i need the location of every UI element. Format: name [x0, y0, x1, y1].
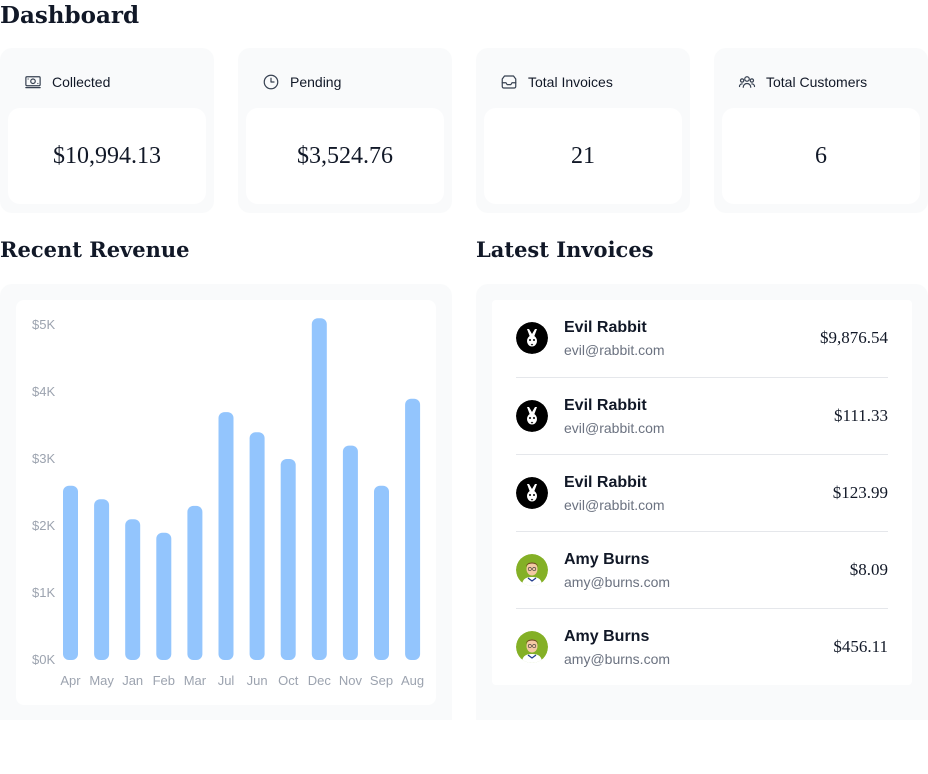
revenue-bar: [63, 485, 78, 660]
card-body: 6: [722, 108, 920, 204]
rabbit-avatar-icon: [516, 477, 548, 509]
person-avatar-icon: [516, 554, 548, 586]
revenue-bar: [218, 412, 234, 660]
customer-name: Amy Burns: [564, 551, 650, 568]
invoice-row: Amy Burns amy@burns.com $8.09: [516, 531, 888, 608]
invoice-amount: $123.99: [832, 483, 888, 502]
card-value: 21: [571, 142, 595, 169]
banknotes-icon: [24, 73, 42, 91]
card-pending: Pending $3,524.76: [238, 48, 452, 213]
card-body: $10,994.13: [8, 108, 206, 204]
x-tick-label: Dec: [308, 673, 332, 688]
y-tick-label: $3K: [32, 451, 55, 466]
x-tick-label: Mar: [184, 673, 207, 688]
revenue-bar: [156, 532, 172, 660]
card-value: $10,994.13: [53, 142, 161, 169]
avatar: [516, 400, 548, 432]
customer-email: evil@rabbit.com: [564, 497, 665, 513]
rabbit-avatar-icon: [516, 400, 548, 432]
invoices-list: Evil Rabbit evil@rabbit.com $9,876.54 Ev…: [492, 300, 912, 685]
x-tick-label: Oct: [278, 673, 299, 688]
customer-email: evil@rabbit.com: [564, 342, 665, 358]
revenue-bar: [249, 432, 265, 660]
x-tick-label: May: [89, 673, 114, 688]
revenue-bar: [405, 398, 421, 660]
customer-name: Amy Burns: [564, 628, 650, 645]
card-body: $3,524.76: [246, 108, 444, 204]
avatar: [516, 322, 548, 354]
card-header: Pending: [262, 73, 341, 91]
revenue-bar: [187, 505, 203, 660]
avatar: [516, 477, 548, 509]
card-body: 21: [484, 108, 682, 204]
x-tick-label: Apr: [60, 673, 81, 688]
y-tick-label: $1K: [32, 585, 55, 600]
revenue-chart-container: $0K $1K $2K $3K $4K $5K Apr May Jan Feb Mar Jul Jun O…: [16, 300, 436, 705]
card-label: Total Customers: [766, 74, 868, 90]
revenue-panel: $0K $1K $2K $3K $4K $5K Apr May Jan Feb Mar Jul Jun O…: [0, 284, 452, 720]
rabbit-avatar-icon: [516, 322, 548, 354]
customer-name: Evil Rabbit: [564, 397, 647, 414]
invoice-row: Amy Burns amy@burns.com $456.11: [516, 608, 888, 685]
customer-email: amy@burns.com: [564, 651, 671, 667]
card-collected: Collected $10,994.13: [0, 48, 214, 213]
card-label: Total Invoices: [528, 74, 613, 90]
page-title: Dashboard: [0, 2, 140, 29]
clock-icon: [262, 73, 280, 91]
customer-email: evil@rabbit.com: [564, 420, 665, 436]
latest-invoices-title: Latest Invoices: [476, 237, 654, 262]
y-tick-label: $4K: [32, 384, 55, 399]
invoice-amount: $8.09: [849, 560, 888, 579]
revenue-bar: [280, 459, 296, 660]
revenue-bar: [94, 499, 110, 660]
card-value: $3,524.76: [297, 142, 393, 169]
revenue-bar: [342, 445, 358, 660]
invoice-row: Evil Rabbit evil@rabbit.com $111.33: [516, 377, 888, 454]
customer-name: Evil Rabbit: [564, 319, 647, 336]
revenue-bar: [125, 519, 141, 660]
card-header: Total Customers: [738, 73, 867, 91]
x-tick-label: Sep: [370, 673, 393, 688]
x-tick-label: Jan: [122, 673, 143, 688]
card-total-invoices: Total Invoices 21: [476, 48, 690, 213]
y-tick-label: $2K: [32, 518, 55, 533]
avatar: [516, 554, 548, 586]
y-tick-label: $5K: [32, 317, 55, 332]
card-label: Collected: [52, 74, 111, 90]
card-header: Total Invoices: [500, 73, 613, 91]
customer-email: amy@burns.com: [564, 574, 671, 590]
card-total-customers: Total Customers 6: [714, 48, 928, 213]
x-tick-label: Jun: [247, 673, 268, 688]
person-avatar-icon: [516, 631, 548, 663]
x-tick-label: Nov: [339, 673, 363, 688]
recent-revenue-title: Recent Revenue: [0, 237, 190, 262]
revenue-bar: [374, 485, 389, 660]
invoice-row: Evil Rabbit evil@rabbit.com $9,876.54: [516, 300, 888, 377]
invoice-row: Evil Rabbit evil@rabbit.com $123.99: [516, 454, 888, 531]
card-header: Collected: [24, 73, 110, 91]
invoice-amount: $456.11: [833, 637, 888, 656]
x-tick-label: Aug: [401, 673, 424, 688]
card-value: 6: [815, 142, 827, 169]
revenue-bar: [311, 318, 327, 660]
inbox-icon: [500, 73, 518, 91]
revenue-chart: $0K $1K $2K $3K $4K $5K Apr May Jan Feb Mar Jul Jun O…: [32, 317, 424, 688]
invoice-amount: $9,876.54: [820, 328, 888, 347]
invoice-amount: $111.33: [834, 406, 888, 425]
x-tick-label: Feb: [153, 673, 175, 688]
y-tick-label: $0K: [32, 652, 55, 667]
invoices-panel: Evil Rabbit evil@rabbit.com $9,876.54 Ev…: [476, 284, 928, 720]
customer-name: Evil Rabbit: [564, 474, 647, 491]
x-tick-label: Jul: [218, 673, 235, 688]
avatar: [516, 631, 548, 663]
card-label: Pending: [290, 74, 342, 90]
user-group-icon: [738, 73, 756, 91]
